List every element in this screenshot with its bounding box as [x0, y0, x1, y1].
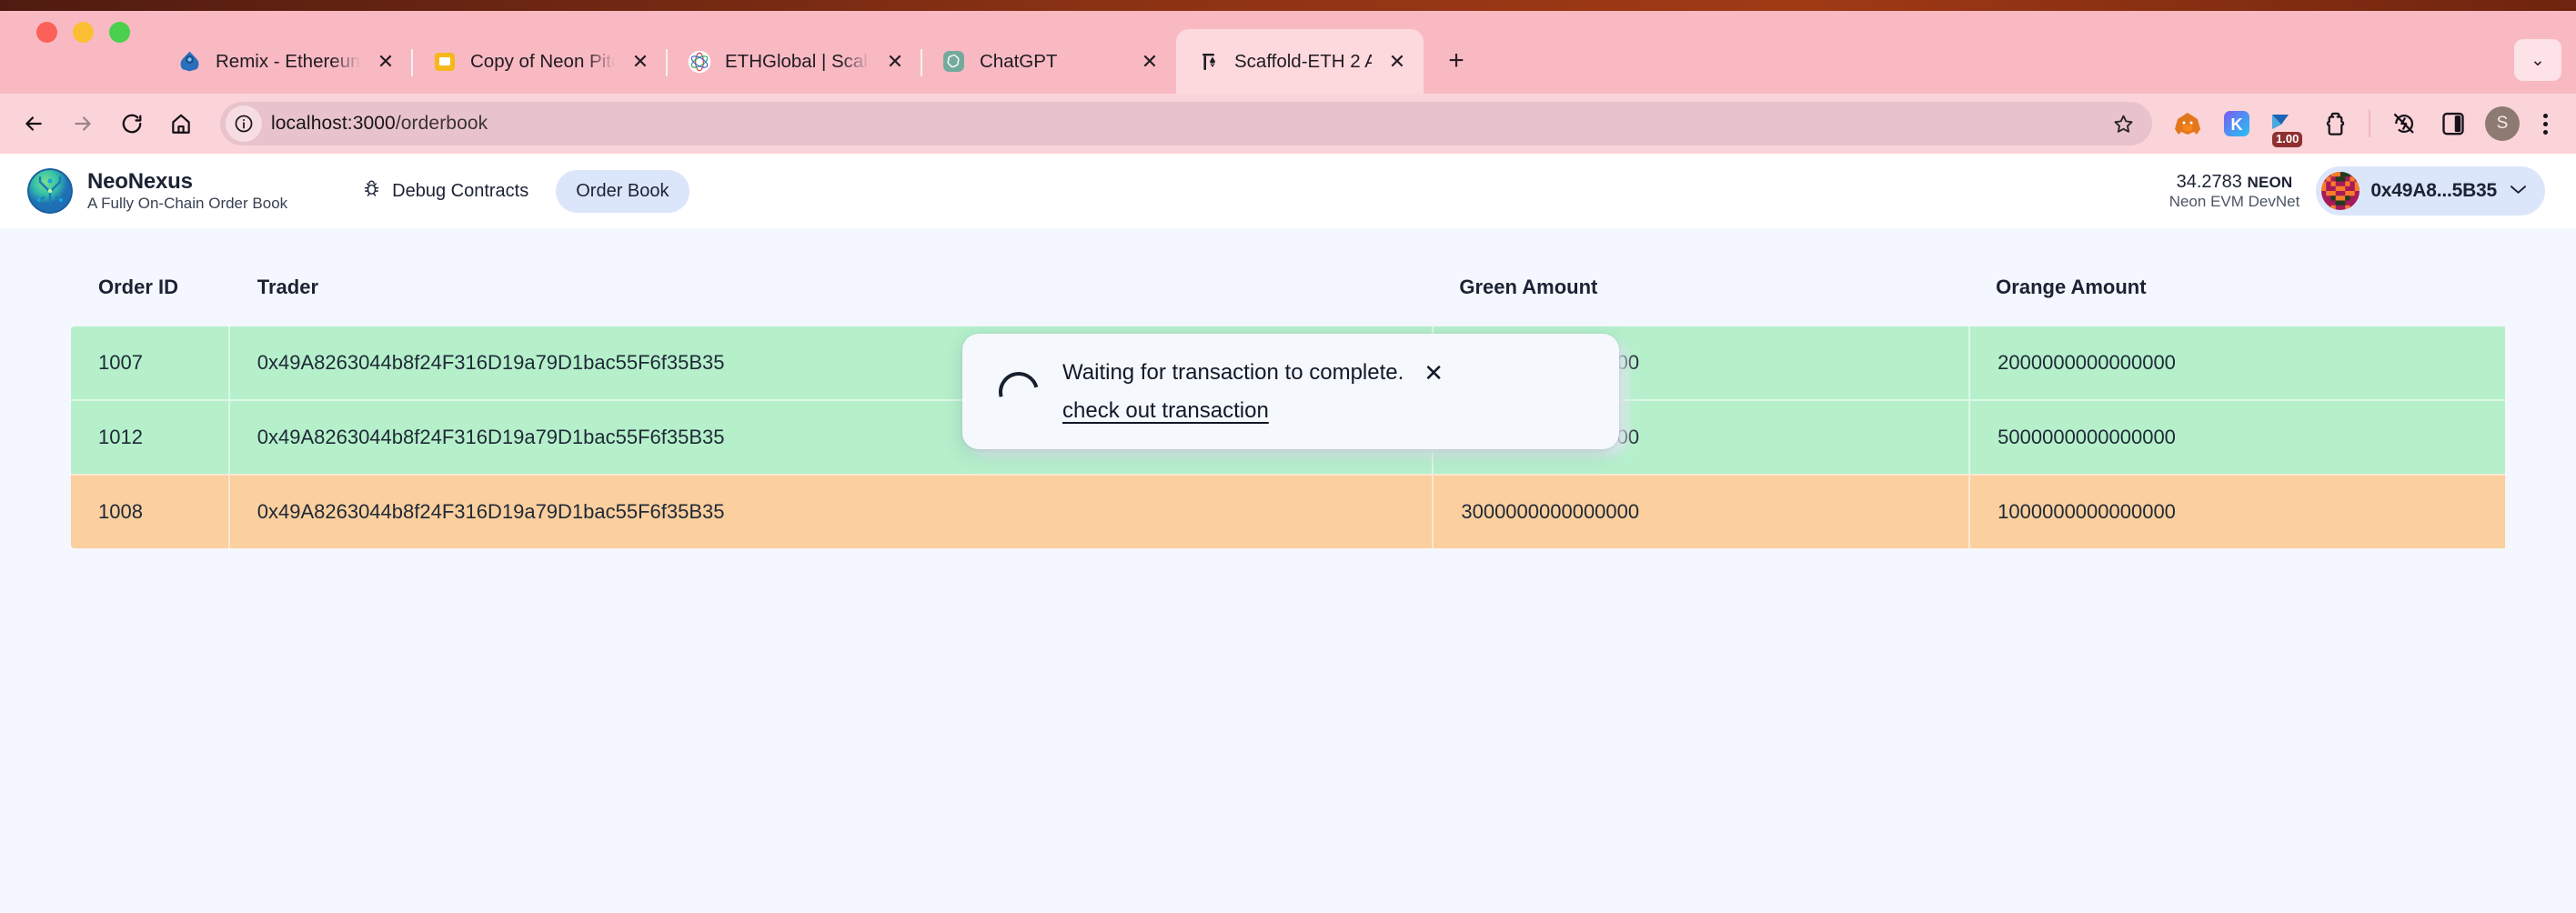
- tab-neon-pitch-deck[interactable]: Copy of Neon Pitch Deck by S ✕: [411, 29, 667, 94]
- chatgpt-icon: [941, 49, 966, 74]
- cell-green-amount: 3000000000000000: [1432, 474, 1969, 548]
- cell-order-id: 1007: [71, 326, 230, 399]
- browser-window: Remix - Ethereum IDE ✕ Copy of Neon Pitc…: [0, 0, 2576, 913]
- tab-separator: [666, 49, 668, 76]
- new-tab-button[interactable]: +: [1436, 41, 1476, 81]
- nav-item-debug-contracts[interactable]: Debug Contracts: [342, 168, 548, 215]
- minimize-window-button[interactable]: [73, 21, 94, 43]
- close-icon[interactable]: ✕: [1138, 50, 1162, 74]
- balance-amount: 34.2783: [2176, 171, 2242, 192]
- home-button[interactable]: [156, 99, 206, 148]
- wallet-button[interactable]: 0x49A8...5B35: [2316, 166, 2545, 216]
- brand-tagline: A Fully On-Chain Order Book: [87, 194, 288, 212]
- site-information-icon[interactable]: [226, 105, 262, 142]
- header-right: 34.2783 NEON Neon EVM DevNet 0x49A8...5B…: [2169, 166, 2545, 216]
- tab-title: Scaffold-ETH 2 App: [1234, 50, 1372, 72]
- close-icon[interactable]: ✕: [1424, 361, 1444, 385]
- metamask-icon[interactable]: [2166, 102, 2209, 145]
- tab-list: Remix - Ethereum IDE ✕ Copy of Neon Pitc…: [157, 0, 2514, 94]
- check-out-transaction-link[interactable]: check out transaction: [1062, 398, 1269, 424]
- cell-orange-amount: 5000000000000000: [1968, 399, 2505, 474]
- nav-item-label: Order Book: [576, 180, 669, 201]
- window-controls: [16, 0, 157, 94]
- cell-order-id: 1008: [71, 474, 230, 548]
- tab-search-chevron-down-icon[interactable]: ⌄: [2514, 39, 2561, 81]
- column-header-green-amount: Green Amount: [1459, 276, 1598, 298]
- column-header-orange-amount: Orange Amount: [1996, 276, 2147, 298]
- column-header-order-id: Order ID: [98, 276, 179, 298]
- tab-scaffold-eth[interactable]: Scaffold-ETH 2 App ✕: [1176, 29, 1424, 94]
- tab-separator: [921, 49, 922, 76]
- nav-item-order-book[interactable]: Order Book: [556, 169, 689, 213]
- chrome-menu-icon[interactable]: [2527, 104, 2563, 144]
- slides-icon: [432, 49, 457, 74]
- forward-button[interactable]: [58, 99, 107, 148]
- cell-orange-amount: 1000000000000000: [1968, 474, 2505, 548]
- cell-orange-amount: 2000000000000000: [1968, 326, 2505, 399]
- cell-trader: 0x49A8263044b8f24F316D19a79D1bac55F6f35B…: [229, 474, 1433, 548]
- close-icon[interactable]: ✕: [883, 50, 907, 74]
- table-header: Order ID Trader Green Amount Orange Amou…: [71, 263, 2505, 326]
- avatar: [2321, 172, 2360, 210]
- tab-title: ChatGPT: [980, 50, 1058, 72]
- toast-message: Waiting for transaction to complete.: [1062, 360, 1404, 385]
- tab-title: Copy of Neon Pitch Deck by S: [470, 50, 615, 72]
- transaction-toast: Waiting for transaction to complete. ✕ c…: [962, 334, 1626, 455]
- balance-symbol: NEON: [2247, 173, 2293, 191]
- tab-strip: Remix - Ethereum IDE ✕ Copy of Neon Pitc…: [0, 0, 2576, 94]
- scaffold-eth-icon: [1196, 49, 1221, 74]
- chevron-down-icon[interactable]: [2510, 183, 2527, 199]
- ethglobal-icon: [687, 49, 711, 74]
- tab-title: Remix - Ethereum IDE: [216, 50, 360, 72]
- bug-icon: [362, 179, 381, 204]
- neonexus-logo: [27, 168, 73, 214]
- back-button[interactable]: [9, 99, 58, 148]
- close-window-button[interactable]: [36, 21, 57, 43]
- tab-title: ETHGlobal | Scaling Ethereum: [725, 50, 870, 72]
- extension-badge: 1.00: [2272, 132, 2303, 147]
- loading-spinner-icon: [991, 364, 1047, 419]
- cell-order-id: 1012: [71, 399, 230, 474]
- tab-separator: [411, 49, 413, 76]
- svg-text:K: K: [2231, 115, 2243, 134]
- brand[interactable]: NeoNexus A Fully On-Chain Order Book: [27, 168, 287, 214]
- url-path: /orderbook: [395, 113, 488, 134]
- puzzle-extensions-icon[interactable]: [2313, 102, 2357, 145]
- wallet-balance: 34.2783 NEON Neon EVM DevNet: [2169, 171, 2300, 211]
- close-icon[interactable]: ✕: [1385, 50, 1409, 74]
- close-icon[interactable]: ✕: [629, 50, 652, 74]
- keplr-icon[interactable]: 1.00: [2264, 102, 2308, 147]
- url-text[interactable]: localhost:3000/orderbook: [271, 113, 2105, 135]
- reload-button[interactable]: [107, 99, 156, 148]
- nav-item-label: Debug Contracts: [392, 180, 529, 201]
- remix-icon: [177, 49, 202, 74]
- browser-toolbar: localhost:3000/orderbook K 1.00 S: [0, 94, 2576, 154]
- tab-ethglobal[interactable]: ETHGlobal | Scaling Ethereum ✕: [666, 29, 921, 94]
- maximize-window-button[interactable]: [109, 21, 130, 43]
- brand-name: NeoNexus: [87, 169, 193, 195]
- main-nav: Debug Contracts Order Book: [342, 168, 689, 215]
- close-icon[interactable]: ✕: [374, 50, 397, 74]
- column-header-trader: Trader: [257, 276, 319, 298]
- url-host: localhost:3000: [271, 113, 396, 134]
- tab-chatgpt[interactable]: ChatGPT ✕: [921, 29, 1176, 94]
- bookmark-star-icon[interactable]: [2105, 105, 2141, 142]
- toast-card: Waiting for transaction to complete. ✕ c…: [962, 334, 1619, 449]
- toolbar-divider: [2369, 110, 2370, 137]
- address-bar[interactable]: localhost:3000/orderbook: [220, 102, 2152, 145]
- table-row[interactable]: 1008 0x49A8263044b8f24F316D19a79D1bac55F…: [71, 474, 2505, 548]
- table-header-row: Order ID Trader Green Amount Orange Amou…: [71, 263, 2505, 326]
- page-content: NeoNexus A Fully On-Chain Order Book Deb…: [0, 154, 2576, 913]
- profile-avatar[interactable]: S: [2485, 106, 2520, 141]
- lightning-icon[interactable]: [2382, 102, 2426, 145]
- side-panel-icon[interactable]: [2431, 102, 2475, 145]
- tab-remix[interactable]: Remix - Ethereum IDE ✕: [157, 29, 412, 94]
- network-name: Neon EVM DevNet: [2168, 192, 2300, 210]
- kleros-icon[interactable]: K: [2215, 102, 2259, 145]
- app-header: NeoNexus A Fully On-Chain Order Book Deb…: [0, 154, 2576, 228]
- wallet-address: 0x49A8...5B35: [2370, 180, 2497, 201]
